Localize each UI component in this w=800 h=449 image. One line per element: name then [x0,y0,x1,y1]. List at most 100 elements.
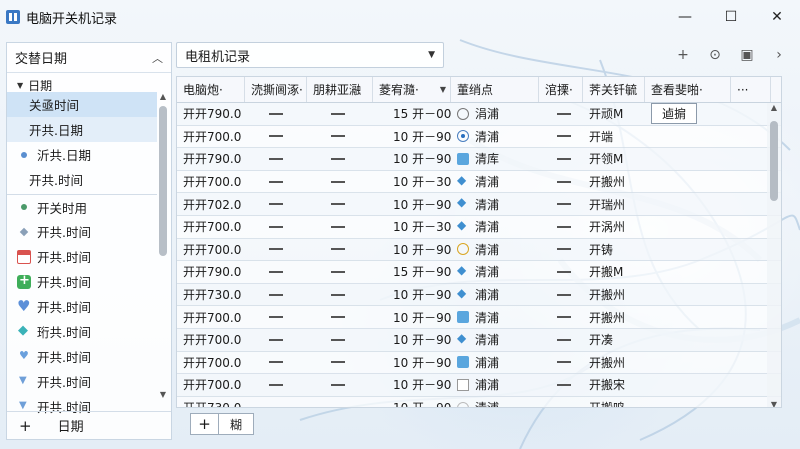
tree-item[interactable]: 开共.时间 [7,344,157,369]
table-row[interactable]: 开开700.0 10 开－300.301 清浦 开涡州 [177,216,781,239]
cell-switch: 开搬州 [589,175,626,190]
table-row[interactable]: 开开700.0 10 开－90.102:0 浦浦 开搬州 [177,352,781,375]
table-row[interactable]: 开开730.0 10 开－90.002:0 清浦 开搬鸣 [177,397,781,407]
tree-group-label: 日期 [28,78,53,93]
reminder-icon[interactable]: ⊙ [704,44,726,66]
ring-status-icon[interactable] [457,107,469,120]
table-row[interactable]: 开开700.0 10 开－30.102:0 清浦 开搬州 [177,171,781,194]
app-icon [6,10,20,24]
status-label: 清浦 [475,310,500,325]
tree-item[interactable]: 开共.时间 [7,219,157,244]
table-row[interactable]: 开开790.0 15 开－00.30J 涓浦 开顽M 逌掮 [177,103,781,126]
column-header[interactable]: 朋耕亚瀜 [307,77,373,102]
diamond-icon [17,225,31,239]
dash-mark [269,338,283,341]
gem-status-icon[interactable] [457,218,469,233]
cell-action [645,239,731,261]
gem-status-icon[interactable] [457,173,469,188]
table-row[interactable]: 开开700.0 10 开－90.007:0 清浦 开铸 [177,238,781,262]
circle-yellow-status-icon[interactable] [457,243,469,256]
dash-mark [557,225,571,228]
ring-light-status-icon[interactable] [457,401,469,407]
column-header[interactable]: 涜撕阃涿· [245,77,307,102]
column-header[interactable]: 电脑炮· [177,77,245,102]
table-row[interactable]: 开开700.0 10 开－90.201 清浦 开端 [177,126,781,149]
tree-item[interactable]: 开共.时间 [7,269,157,294]
radio-status-icon[interactable] [457,130,469,143]
cell-dash [539,239,583,261]
view-button[interactable]: 逌掮 [651,103,698,125]
maximize-button[interactable]: ☐ [708,0,754,34]
export-icon[interactable]: ▣ [736,44,758,66]
cell-time: 10 开－90.002:0 [373,397,451,407]
gem-status-icon[interactable] [457,195,469,210]
scroll-up-icon[interactable]: ▲ [157,92,169,104]
column-header[interactable]: 查看斐啪· [645,77,731,102]
table-row[interactable]: 开开790.0 15 开－90.002:0 清浦 开搬M [177,261,781,284]
left-panel-header[interactable]: 交替日期 ︿ [7,43,171,73]
add-icon[interactable]: + [672,44,694,66]
tree-item[interactable]: 开共.时间 [7,369,157,394]
scroll-down-icon[interactable]: ▼ [767,400,781,407]
table-row[interactable]: 开开700.0 10 开－90.002:0 清浦 开搬州 [177,306,781,329]
cube-status-icon[interactable] [457,356,469,369]
cell-status: 清浦 [451,126,539,148]
left-panel-footer[interactable]: + 日期 [7,411,171,439]
column-dropdown-icon[interactable]: ▼ [440,85,446,94]
next-icon[interactable]: › [768,44,790,66]
cell-pc: 开开700.0 [183,355,242,370]
left-panel: 交替日期 ︿ ▼ 日期 关亟时间 开共.日期 沂共.日期 开共.时间 开关时用 开共.时间… [6,42,172,440]
left-scrollbar[interactable]: ▲ ▼ [157,92,169,402]
cell-dash [539,193,583,215]
column-header[interactable]: 董绡点 [451,77,539,102]
scroll-thumb[interactable] [770,121,778,201]
minimize-button[interactable]: — [662,0,708,34]
expand-triangle-icon[interactable]: ▼ [17,81,23,90]
cell-action [645,261,731,283]
cell-switch: 开搬M [589,265,624,280]
grid-scrollbar[interactable]: ▲ ▼ [767,103,781,407]
cell-dash [245,284,307,306]
cell-switch: 开领M [589,152,624,167]
tree-item[interactable]: 开共.日期 [7,117,157,142]
cell-status: 清浦 [451,329,539,351]
secondary-button[interactable]: 糊 [219,414,253,434]
table-row[interactable]: 开开700.0 10 开－90.302:0 浦浦 开搬宋 [177,374,781,397]
column-header[interactable]: 涫搮· [539,77,583,102]
chevron-down-icon[interactable]: ▼ [428,50,435,60]
tree-item[interactable]: 关亟时间 [7,92,157,117]
chevron-up-icon[interactable]: ︿ [152,50,163,66]
cell-dash [539,306,583,328]
dash-mark [269,270,283,273]
square-status-icon[interactable] [457,378,469,391]
tree-item[interactable]: 开共.时间 [7,294,157,319]
table-row[interactable]: 开开700.0 10 开－90.102:0 清浦 开凑 [177,328,781,352]
tree-item[interactable]: 开关时用 [7,194,157,219]
cell-pc: 开开700.0 [183,310,242,325]
table-row[interactable]: 开开730.0 10 开－90.002:0 浦浦 开搬州 [177,283,781,307]
table-row[interactable]: 开开790.0 10 开－90.991 清库 开领M [177,148,781,171]
tree-item[interactable]: 沂共.日期 [7,142,157,167]
add-date-icon[interactable]: + [19,417,32,435]
record-combo-box[interactable]: 电租机记录 ▼ [176,42,444,68]
column-header[interactable]: 菱宥瀡· ▼ [373,77,451,102]
cell-status: 清浦 [451,193,539,215]
dash-mark [269,157,283,160]
scroll-up-icon[interactable]: ▲ [767,103,781,117]
cube-status-icon[interactable] [457,311,469,324]
gem-status-icon[interactable] [457,286,469,301]
cell-status: 清库 [451,148,539,170]
tree-item[interactable]: 珩共.时间 [7,319,157,344]
tree-item[interactable]: 开共.时间 [7,167,157,192]
scroll-down-icon[interactable]: ▼ [157,390,169,402]
gem-status-icon[interactable] [457,331,469,346]
cube-status-icon[interactable] [457,152,469,165]
tree-item[interactable]: 开共.时间 [7,244,157,269]
scroll-thumb[interactable] [159,106,167,256]
table-row[interactable]: 开开702.0 10 开－90.307:0 清浦 开瑞州 [177,193,781,216]
gem-status-icon[interactable] [457,263,469,278]
more-columns-button[interactable]: ··· [731,77,771,102]
column-header[interactable]: 荠关钎毓 [583,77,645,102]
close-button[interactable]: ✕ [754,0,800,34]
add-record-button[interactable]: + [191,414,219,434]
